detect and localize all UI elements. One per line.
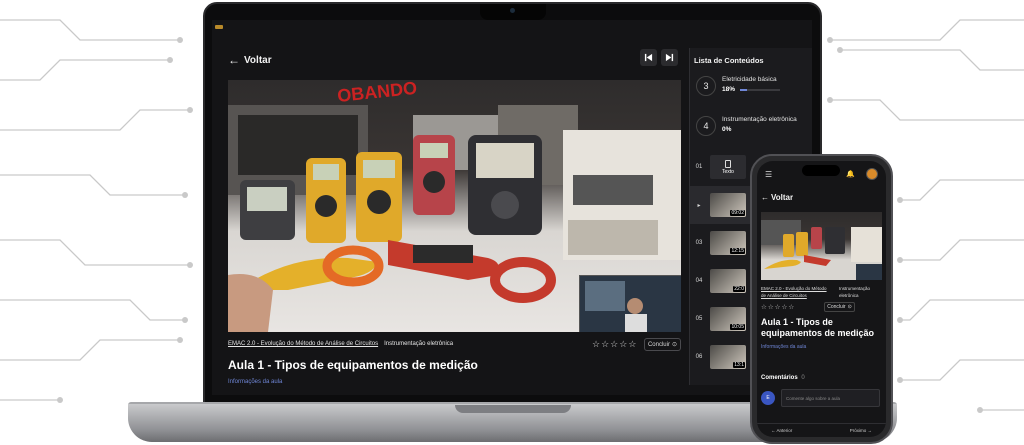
lesson-info-link[interactable]: Informações da aula [761, 344, 806, 350]
phone-back-button[interactable]: ← Voltar [761, 193, 793, 202]
video-frame-image [761, 220, 882, 280]
section-number: 4 [696, 116, 716, 136]
star-icon[interactable]: ☆ [610, 339, 618, 350]
star-icon[interactable]: ☆ [628, 339, 636, 350]
conclude-label: Concluir [827, 304, 846, 310]
lesson-number: 04 [695, 278, 703, 284]
section-progress-label: 18% [722, 86, 736, 93]
svg-text:OBANDO: OBANDO [336, 80, 418, 106]
lesson-duration: 10:05 [730, 324, 745, 330]
avatar: E [761, 391, 775, 405]
lesson-number: 01 [695, 164, 703, 170]
breadcrumb-course-link[interactable]: EMAC 2.0 - Evolução do Método de Análise… [761, 285, 831, 299]
previous-lesson-button[interactable] [640, 49, 657, 66]
section-progress-label: 0% [722, 126, 732, 133]
lesson-type-label: Texto [722, 168, 734, 175]
lesson-duration: 13:1 [733, 362, 745, 368]
star-icon[interactable]: ☆ [775, 303, 781, 311]
lesson-info-link[interactable]: Informações da aula [228, 379, 282, 385]
section-name: Eletricidade básica [722, 76, 777, 83]
lesson-number: 03 [695, 240, 703, 246]
bell-icon[interactable]: 🔔 [846, 170, 855, 178]
rating-stars[interactable]: ☆ ☆ ☆ ☆ ☆ [592, 339, 636, 350]
section-item-4[interactable]: 4 Instrumentação eletrônica 0% [696, 116, 797, 136]
arrow-left-icon: ← [228, 53, 240, 67]
section-progress: 0% [722, 126, 797, 133]
star-icon[interactable]: ☆ [761, 303, 767, 311]
check-circle-icon: ⊙ [671, 342, 678, 348]
lesson-number: 05 [695, 316, 703, 322]
star-icon[interactable]: ☆ [788, 303, 794, 311]
skip-next-icon [665, 53, 674, 62]
breadcrumb-module: Instrumentação eletrônica [839, 286, 871, 299]
star-icon[interactable]: ☆ [619, 339, 627, 350]
comment-input[interactable]: Comente algo sobre a aula [781, 389, 880, 407]
rating-stars[interactable]: ☆ ☆ ☆ ☆ ☆ [761, 303, 794, 311]
avatar[interactable] [866, 168, 878, 180]
laptop-groove [455, 405, 571, 413]
lesson-thumbnail: 10:05 [710, 307, 746, 331]
next-lesson-button[interactable] [661, 49, 678, 66]
check-circle-icon: ⊙ [847, 304, 852, 310]
progress-bar [740, 88, 781, 91]
instructor-image [580, 276, 681, 332]
skip-previous-icon [644, 53, 653, 62]
lesson-thumbnail: 12:15 [710, 231, 746, 255]
back-button[interactable]: ← Voltar [228, 53, 272, 67]
comments-label: Comentários [761, 375, 798, 381]
conclude-button[interactable]: Concluir ⊙ [644, 338, 681, 351]
marketing-stage: ← Voltar OBANDO EMAC 2.0 - Evolução do M… [0, 0, 1024, 445]
breadcrumb-course-link[interactable]: EMAC 2.0 - Evolução do Método de Análise… [228, 341, 378, 347]
lesson-title: Aula 1 - Tipos de equipamentos de mediçã… [228, 358, 478, 372]
next-button[interactable]: Próximo → [850, 428, 872, 433]
comments-heading: Comentários 0 [761, 375, 805, 381]
arrow-left-icon: ← [761, 193, 769, 202]
phone-video-player[interactable] [761, 212, 882, 280]
star-icon[interactable]: ☆ [601, 339, 609, 350]
conclude-label: Concluir [647, 341, 670, 348]
lesson-nav [640, 49, 678, 66]
star-icon[interactable]: ☆ [781, 303, 787, 311]
dynamic-island [802, 165, 840, 176]
star-icon[interactable]: ☆ [592, 339, 600, 350]
laptop-screen: ← Voltar OBANDO EMAC 2.0 - Evolução do M… [212, 20, 812, 395]
section-progress: 18% [722, 86, 781, 93]
lesson-duration: 09:02 [730, 210, 745, 216]
progress-fill [740, 88, 748, 91]
brand-logo [215, 25, 223, 29]
lesson-title: Aula 1 - Tipos de equipamentos de mediçã… [761, 317, 875, 339]
document-icon [725, 159, 731, 168]
lesson-thumbnail: Texto [710, 155, 746, 179]
section-name: Instrumentação eletrônica [722, 116, 797, 123]
video-player[interactable]: OBANDO [228, 80, 681, 332]
conclude-button[interactable]: Concluir ⊙ [824, 302, 855, 312]
camera-icon [510, 8, 515, 13]
lesson-duration: 22:0 [733, 286, 745, 292]
section-number: 3 [696, 76, 716, 96]
previous-button[interactable]: ← Anterior [771, 428, 792, 433]
content-list-title: Lista de Conteúdos [694, 56, 764, 65]
lesson-duration: 12:15 [730, 248, 745, 254]
lesson-thumbnail: 22:0 [710, 269, 746, 293]
comments-count: 0 [801, 375, 805, 381]
lesson-pagination: ← Anterior Próximo → [757, 423, 886, 437]
play-icon: ▸ [697, 202, 701, 209]
breadcrumb: EMAC 2.0 - Evolução do Método de Análise… [228, 341, 453, 347]
lesson-thumbnail: 09:02 [710, 193, 746, 217]
back-label: Voltar [771, 193, 794, 202]
back-label: Voltar [244, 54, 272, 66]
hamburger-menu-icon[interactable]: ☰ [765, 170, 772, 179]
breadcrumb-module: Instrumentação eletrônica [384, 341, 454, 347]
lesson-thumbnail: 13:1 [710, 345, 746, 369]
section-item-3[interactable]: 3 Eletricidade básica 18% [696, 76, 781, 96]
phone-screen: ☰ 🔔 ← Voltar EMAC 2.0 - Evolução do Méto… [757, 161, 886, 437]
lesson-number: 06 [695, 354, 703, 360]
star-icon[interactable]: ☆ [768, 303, 774, 311]
instructor-pip [579, 275, 681, 332]
